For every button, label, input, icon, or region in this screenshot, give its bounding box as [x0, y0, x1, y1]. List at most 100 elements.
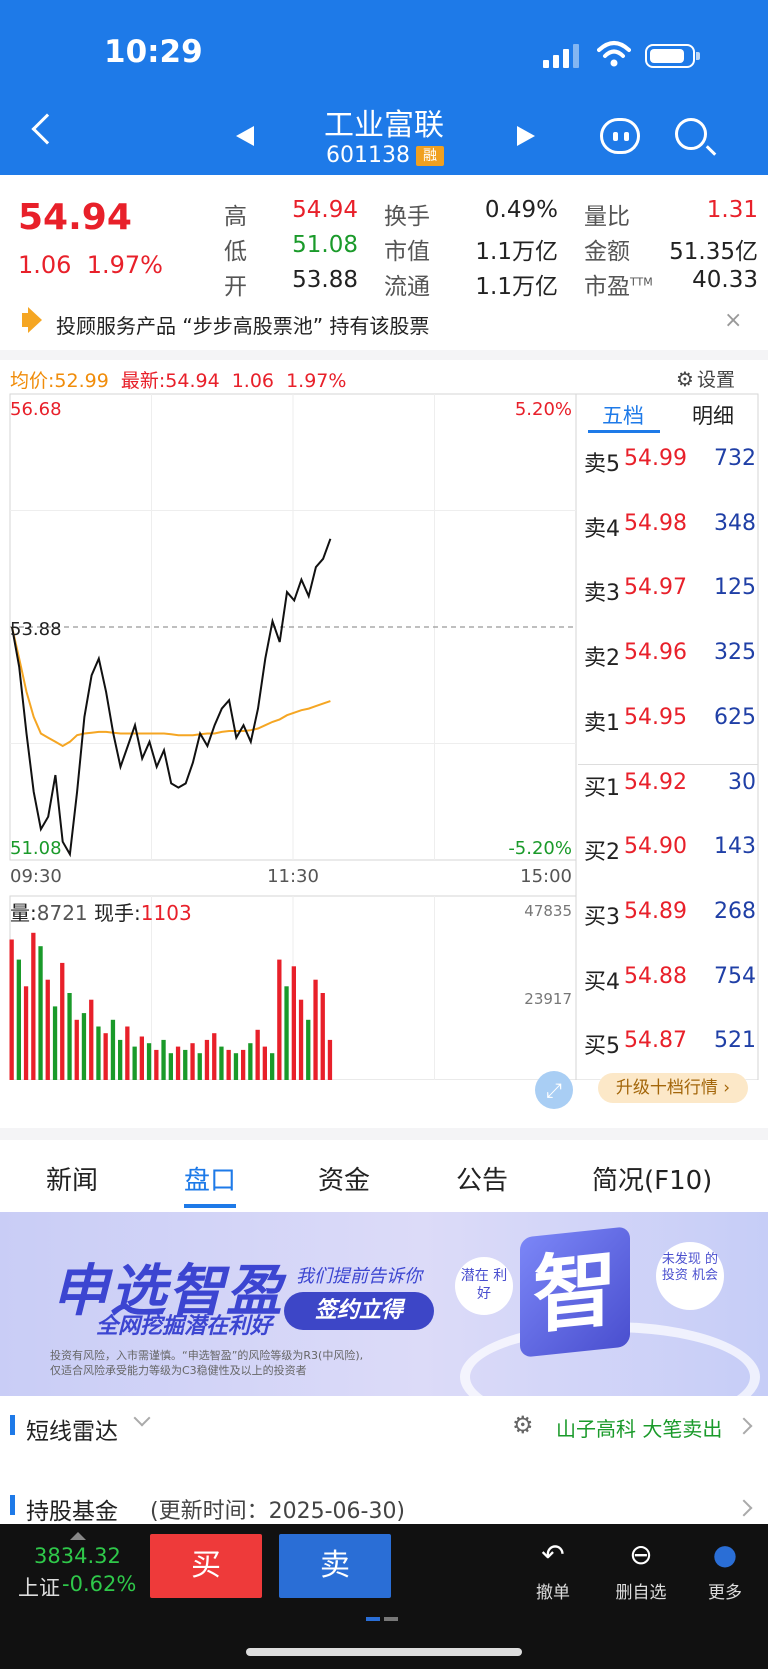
ask-row[interactable]: 卖1 54.95 625 — [584, 705, 756, 745]
level-label: 卖1 — [584, 710, 620, 736]
divider — [0, 1128, 768, 1140]
chevron-right-icon[interactable] — [735, 1499, 753, 1517]
radar-alert[interactable]: 山子高科 大笔卖出 — [556, 1413, 722, 1442]
volume-tick: 47835 — [524, 902, 572, 920]
stat-value: 54.94 — [292, 197, 358, 223]
more-button[interactable]: ● 更多 — [690, 1538, 760, 1603]
stat-label: 高 — [224, 204, 247, 230]
chevron-right-icon[interactable] — [735, 1417, 753, 1435]
stat-value: 1.1万亿 — [475, 274, 558, 300]
volume-bar — [81, 1013, 87, 1080]
volume-bar — [52, 1006, 58, 1080]
tab-news[interactable]: 新闻 — [46, 1160, 98, 1197]
volume-bar — [327, 1039, 333, 1080]
caret-up-icon[interactable] — [70, 1532, 86, 1540]
banner-sign-button[interactable]: 签约立得 — [284, 1292, 434, 1330]
close-icon[interactable]: × — [724, 308, 742, 333]
stat-value: 53.88 — [292, 267, 358, 293]
signal-icon — [543, 44, 579, 68]
level-price: 54.99 — [624, 446, 687, 471]
expand-icon[interactable]: ⤢ — [535, 1071, 573, 1109]
tab-f10[interactable]: 简况(F10) — [592, 1160, 712, 1197]
order-book-tabs: 五档 明细 — [578, 390, 758, 434]
cancel-order-button[interactable]: ↶ 撤单 — [518, 1538, 588, 1603]
section-marker — [10, 1415, 15, 1435]
stat-label: 换手 — [384, 204, 430, 230]
next-stock-icon[interactable] — [517, 126, 535, 146]
buy-button[interactable]: 买 — [150, 1534, 262, 1598]
y-right-top: 5.20% — [515, 399, 572, 420]
ask-row[interactable]: 卖2 54.96 325 — [584, 640, 756, 680]
banner-bubble: 潜在 利好 — [455, 1257, 513, 1315]
section-marker — [10, 1495, 15, 1515]
tab-five-level[interactable]: 五档 — [602, 400, 644, 430]
gear-icon[interactable]: ⚙ — [676, 367, 694, 391]
index-name[interactable]: 上证 — [18, 1572, 60, 1602]
stock-name: 工业富联 — [324, 108, 444, 143]
robot-assistant-icon[interactable] — [600, 118, 640, 154]
tab-funds[interactable]: 资金 — [318, 1160, 370, 1197]
stat-label: 金额 — [584, 239, 630, 265]
x-tick: 15:00 — [520, 866, 572, 887]
stock-code: 601138 — [326, 143, 410, 168]
bid-row[interactable]: 买2 54.90 143 — [584, 834, 756, 874]
level-label: 买3 — [584, 904, 620, 930]
volume-bar — [306, 1019, 311, 1080]
volume-bar — [197, 1053, 202, 1080]
short-term-radar[interactable]: 短线雷达 ⚙ 山子高科 大笔卖出 — [0, 1398, 768, 1468]
x-tick: 09:30 — [10, 866, 62, 887]
tab-announcements[interactable]: 公告 — [456, 1160, 508, 1197]
bid-row[interactable]: 买5 54.87 521 — [584, 1028, 756, 1068]
promo-banner[interactable]: 申选智盈 全网挖掘潜在利好 我们提前告诉你 签约立得 投资有风险，入市需谨慎。“… — [0, 1212, 768, 1396]
bid-row[interactable]: 买3 54.89 268 — [584, 899, 756, 939]
volume-bar — [154, 1049, 159, 1080]
banner-disclaimer: 投资有风险，入市需谨慎。“申选智盈”的风险等级为R3(中风险), — [50, 1349, 364, 1362]
sell-button[interactable]: 卖 — [279, 1534, 391, 1598]
stat-value: 0.49% — [484, 197, 558, 223]
level-label: 买2 — [584, 840, 620, 866]
search-icon[interactable] — [675, 118, 707, 150]
level-label: 买5 — [584, 1034, 620, 1060]
index-value[interactable]: 3834.32 — [34, 1544, 121, 1568]
holding-funds[interactable]: 持股基金 (更新时间：2025-06-30) — [0, 1488, 768, 1528]
stat-label: 流通 — [384, 274, 430, 300]
wifi-icon — [597, 41, 631, 67]
remove-watchlist-button[interactable]: ⊖ 删自选 — [606, 1538, 676, 1603]
chevron-down-icon[interactable] — [133, 1409, 151, 1427]
level-volume: 125 — [714, 575, 756, 601]
notice-bar[interactable]: 投顾服务产品 “步步高股票池” 持有该股票 × — [0, 298, 768, 348]
bid-row[interactable]: 买1 54.92 30 — [584, 770, 756, 810]
volume-bar — [248, 1043, 253, 1080]
y-right-bottom: -5.20% — [508, 838, 572, 859]
home-indicator[interactable] — [246, 1648, 522, 1656]
gear-icon[interactable]: ⚙ — [512, 1411, 534, 1439]
upgrade-level10-button[interactable]: 升级十档行情 › — [598, 1073, 748, 1103]
volume-bar — [16, 959, 21, 1080]
active-tab-underline — [184, 1204, 236, 1208]
y-label-top: 56.68 — [10, 399, 62, 420]
bottom-trade-bar: 3834.32 上证 -0.62% 买 卖 ↶ 撤单 ⊖ 删自选 ● 更多 — [0, 1524, 768, 1669]
volume-bar — [241, 1049, 246, 1080]
level-volume: 30 — [728, 769, 756, 795]
stat-value: 1.31 — [706, 197, 758, 223]
speaker-icon — [22, 313, 32, 327]
ask-row[interactable]: 卖5 54.99 732 — [584, 446, 756, 486]
ask-row[interactable]: 卖3 54.97 125 — [584, 575, 756, 615]
volume-bar — [313, 979, 318, 1080]
chart-summary: 均价:52.99 最新:54.94 1.06 1.97% — [10, 370, 347, 392]
volume-bar — [23, 986, 29, 1080]
volume-bar — [270, 1053, 275, 1080]
volume-bar — [183, 1049, 188, 1080]
x-tick: 11:30 — [267, 866, 319, 887]
level-label: 卖5 — [584, 452, 620, 477]
stat-label: 低 — [224, 239, 247, 265]
volume-bar — [38, 946, 43, 1080]
bid-row[interactable]: 买4 54.88 754 — [584, 964, 756, 1004]
chart-settings-button[interactable]: 设置 — [697, 365, 735, 392]
ask-row[interactable]: 卖4 54.98 348 — [584, 511, 756, 551]
tab-detail[interactable]: 明细 — [692, 400, 734, 430]
level-volume: 143 — [714, 834, 756, 860]
index-change[interactable]: -0.62% — [62, 1572, 136, 1596]
battery-icon — [645, 44, 700, 68]
tab-pankou[interactable]: 盘口 — [184, 1160, 236, 1197]
